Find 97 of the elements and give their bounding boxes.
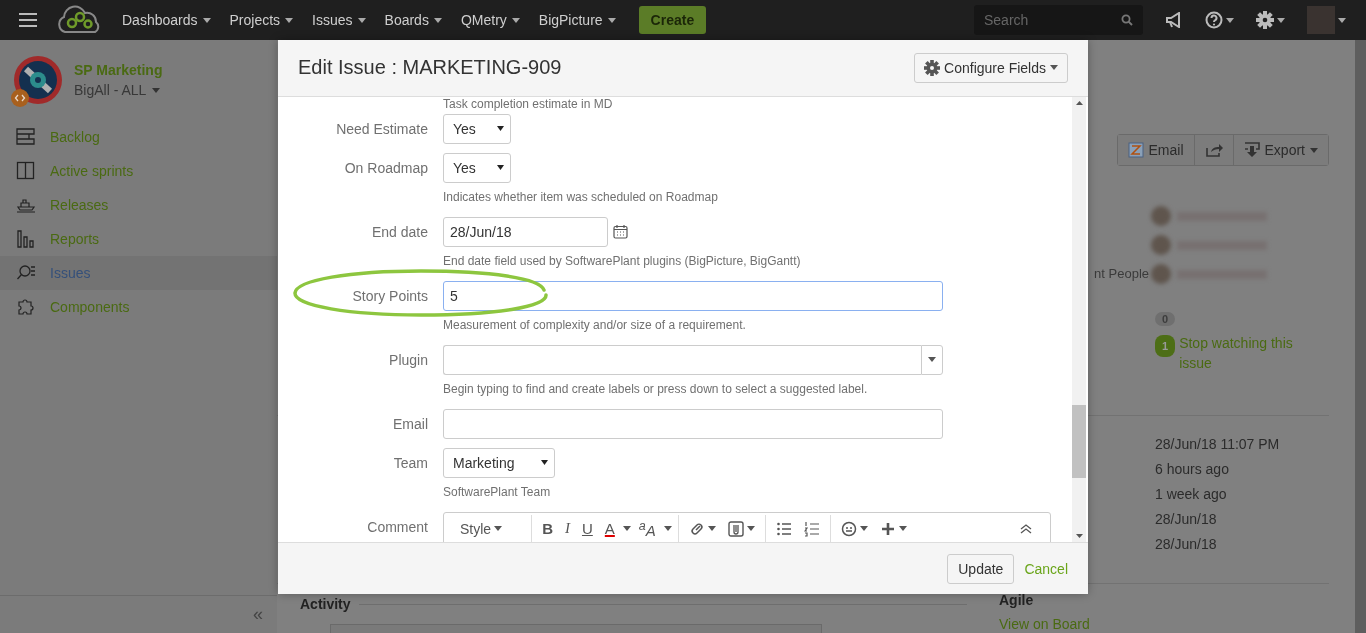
attachment-icon[interactable] — [727, 520, 744, 537]
settings-icon[interactable] — [1256, 11, 1274, 29]
emoji-icon[interactable] — [840, 520, 857, 537]
search-icon — [1121, 14, 1133, 26]
download-icon — [1243, 142, 1260, 158]
caret-icon — [285, 17, 294, 23]
caret-icon — [898, 526, 907, 532]
caret-icon — [622, 526, 631, 532]
editor-format-button[interactable]: U — [577, 520, 597, 538]
field-label: Email — [392, 414, 428, 434]
calendar-icon[interactable] — [613, 224, 628, 239]
field-description: SoftwarePlant Team — [443, 483, 552, 500]
date-value: 28/Jun/18 — [1155, 510, 1218, 529]
scroll-down-icon — [1075, 534, 1083, 539]
plus-icon[interactable] — [879, 520, 896, 537]
nav-menu[interactable]: Boards — [384, 12, 442, 28]
configure-fields-button[interactable]: Configure Fields — [914, 52, 1068, 83]
editor-format-button[interactable]: I — [560, 520, 574, 538]
caret-icon — [497, 165, 504, 171]
date-input-field[interactable]: 28/Jun/18 — [443, 216, 608, 247]
field-label: Plugin — [388, 350, 428, 370]
editor-format-button[interactable]: A — [600, 520, 619, 538]
field-description: Measurement of complexity and/or size of a requirement. — [443, 316, 747, 333]
help-icon[interactable] — [1205, 11, 1223, 29]
field-label: End date — [370, 222, 428, 242]
page-scrollbar[interactable] — [1355, 40, 1366, 633]
caret-icon — [928, 357, 936, 363]
caret-icon — [1277, 17, 1285, 23]
combo-box-field[interactable] — [443, 344, 921, 375]
editor-format-button[interactable]: $^{a}$A — [634, 518, 660, 539]
bar-chart-icon — [16, 229, 36, 249]
field-description: Begin typing to find and create labels or press down to select a suggested label. — [443, 380, 869, 397]
caret-icon — [152, 87, 161, 93]
caret-icon — [1338, 17, 1346, 23]
field-description: End date field used by SoftwarePlant plugins (BigPicture, BigGantt) — [443, 252, 802, 269]
date-value: 6 hours ago — [1155, 460, 1230, 479]
share-icon — [1204, 143, 1223, 157]
settings-icon — [924, 59, 941, 76]
text-input-field[interactable] — [443, 408, 943, 439]
field-label: Comment — [366, 517, 428, 537]
caret-icon — [607, 17, 616, 23]
date-value: 28/Jun/18 11:07 PM — [1155, 435, 1281, 454]
field-label: nt People — [1093, 266, 1149, 283]
caret-icon — [433, 17, 442, 23]
backlog-icon — [16, 127, 36, 147]
caret-icon — [746, 526, 755, 532]
section-heading: Activity — [300, 596, 351, 612]
scroll-up-icon — [1075, 100, 1083, 105]
puzzle-icon — [16, 297, 36, 317]
caret-icon — [202, 17, 211, 23]
select-field[interactable]: Marketing — [443, 447, 555, 478]
caret-icon — [1226, 17, 1234, 23]
select-field[interactable]: Yes — [443, 152, 511, 183]
menu-icon[interactable] — [19, 13, 37, 27]
search-field[interactable]: Search — [974, 5, 1143, 35]
email-icon — [1127, 142, 1144, 158]
caret-icon — [497, 126, 504, 132]
caret-icon — [357, 17, 366, 23]
caret-icon — [859, 526, 868, 532]
field-label: Story Points — [351, 286, 428, 306]
share-button[interactable] — [1194, 135, 1234, 165]
editor-format-button[interactable]: Style — [456, 520, 507, 537]
nav-menu[interactable]: Projects — [229, 12, 294, 28]
caret-icon — [663, 526, 672, 532]
field-label: Need Estimate — [335, 119, 428, 139]
nav-menu[interactable]: QMetry — [460, 12, 520, 28]
project-avatar-icon — [14, 56, 62, 104]
section-heading: Agile — [999, 592, 1035, 608]
caret-icon — [494, 526, 503, 532]
caret-icon — [541, 460, 548, 466]
field-description: Task completion estimate in MD — [443, 96, 614, 111]
field-description: Indicates whether item was scheduled on Roadmap — [443, 188, 719, 205]
numbered-list-icon[interactable] — [803, 520, 820, 537]
nav-menu[interactable]: BigPicture — [538, 12, 616, 28]
nav-menu[interactable]: Issues — [312, 12, 366, 28]
dropdown-button[interactable] — [921, 344, 943, 375]
select-field[interactable]: Yes — [443, 113, 511, 144]
bullet-list-icon[interactable] — [775, 520, 792, 537]
field-label: Team — [392, 453, 428, 473]
megaphone-icon[interactable] — [1165, 12, 1183, 28]
update-button[interactable]: Update — [947, 553, 1015, 584]
text-input-field[interactable]: 5 — [443, 280, 943, 311]
dialog-scrollbar[interactable] — [1072, 96, 1086, 543]
dialog-title: Edit Issue : MARKETING-909 — [298, 56, 562, 80]
watcher-count-badge: 1 — [1155, 335, 1176, 357]
caret-icon — [707, 526, 716, 532]
code-badge-icon — [11, 89, 29, 107]
caret-icon — [1310, 147, 1318, 153]
caret-icon — [511, 17, 520, 23]
nav-menu[interactable]: Dashboards — [122, 12, 211, 28]
editor-format-button[interactable]: B — [538, 520, 557, 538]
caret-icon — [1050, 65, 1058, 71]
columns-icon — [16, 161, 36, 181]
date-value: 1 week ago — [1155, 485, 1228, 504]
scrollbar-thumb[interactable] — [1072, 404, 1086, 478]
date-value: 28/Jun/18 — [1155, 535, 1218, 554]
field-label: On Roadmap — [343, 158, 428, 178]
